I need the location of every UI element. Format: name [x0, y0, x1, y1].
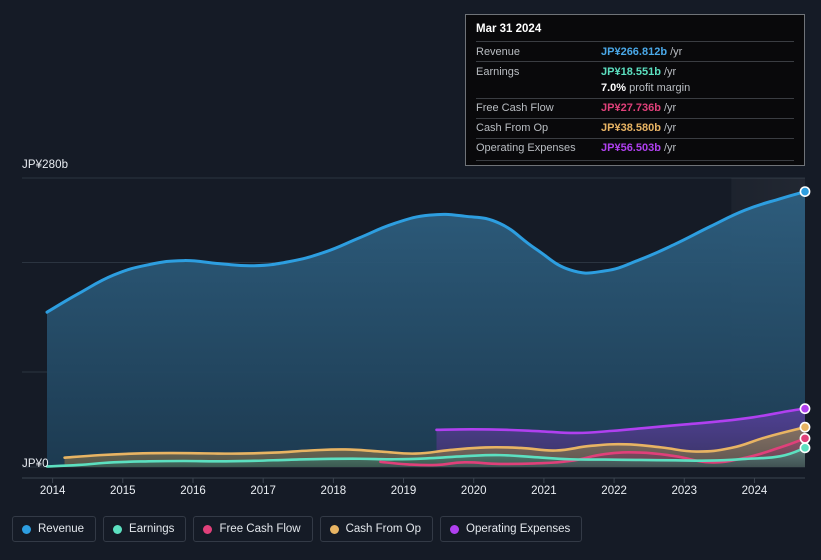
legend-item-operating-expenses[interactable]: Operating Expenses: [440, 516, 583, 542]
tooltip-row-label: Cash From Op: [476, 122, 549, 134]
tooltip-row-unit: /yr: [663, 142, 677, 154]
chart-screenshot: JP¥280b JP¥0 2014 2015 2016 2017 2018 2019 202…: [0, 0, 821, 560]
tooltip-row-label: Earnings: [476, 65, 520, 78]
tooltip-row-profit-margin: 7.0% profit margin: [476, 81, 794, 98]
tooltip-row-label: Free Cash Flow: [476, 102, 554, 114]
legend-label: Operating Expenses: [466, 523, 571, 535]
x-axis-tick-2014: 2014: [39, 485, 66, 497]
x-axis-tick-2015: 2015: [110, 485, 136, 497]
tooltip-rows: Revenue JP¥266.812b/yr Earnings JP¥18.551b /…: [476, 41, 794, 158]
tooltip-row-value: JP¥18.551b: [601, 65, 661, 78]
x-axis-tick-2018: 2018: [320, 485, 347, 497]
x-axis-tick-2021: 2021: [531, 485, 557, 497]
tooltip-row-unit: /yr: [670, 45, 683, 58]
tooltip-row-label: Revenue: [476, 45, 521, 58]
x-axis-tick-2023: 2023: [671, 485, 698, 497]
tooltip-row-value: JP¥266.812b: [601, 45, 668, 58]
tooltip-row-value: 7.0%: [601, 82, 627, 94]
tooltip-row-earnings: Earnings JP¥18.551b/yr: [476, 61, 794, 81]
tooltip-row-unit: /yr: [663, 65, 677, 78]
legend-label: Earnings: [129, 523, 175, 535]
legend-dot-icon: [450, 524, 460, 534]
x-axis-tick-2017: 2017: [250, 485, 276, 497]
tooltip-row-free-cash-flow: Free Cash Flow JP¥27.736b/yr: [476, 97, 794, 118]
tooltip-footer-rule: [476, 159, 794, 161]
legend-item-revenue[interactable]: Revenue: [12, 516, 97, 542]
legend-label: Revenue: [38, 523, 85, 535]
x-axis-tick-2022: 2022: [601, 485, 627, 497]
legend-item-earnings[interactable]: Earnings: [103, 516, 187, 542]
tooltip-row-unit: profit margin: [629, 82, 691, 94]
series-areas: [47, 191, 806, 468]
x-axis-tick-2024: 2024: [741, 485, 768, 497]
legend-label: Free Cash Flow: [219, 523, 301, 535]
tooltip-row-label: Operating Expenses: [476, 142, 576, 154]
legend-item-cash-from-op[interactable]: Cash From Op: [319, 516, 434, 542]
x-axis-tick-2020: 2020: [460, 485, 487, 497]
tooltip-row-unit: /yr: [663, 102, 677, 114]
x-axis-tick-2019: 2019: [390, 485, 417, 497]
tooltip-date: Mar 31 2024: [476, 23, 542, 35]
tooltip-row-operating-expenses: Operating Expenses JP¥56.503b/yr: [476, 137, 794, 158]
legend-dot-icon: [203, 524, 213, 534]
chart-legend[interactable]: Revenue Earnings Free Cash Flow Cash From O…: [12, 516, 583, 542]
tooltip-row-revenue: Revenue JP¥266.812b/yr: [476, 41, 794, 61]
tooltip-row-cash-from-op: Cash From Op JP¥38.580b/yr: [476, 117, 794, 138]
tooltip-row-unit: /yr: [663, 122, 677, 134]
x-axis-tick-2016: 2016: [180, 485, 206, 497]
legend-item-free-cash-flow[interactable]: Free Cash Flow: [193, 516, 313, 542]
tooltip-row-value: JP¥27.736b: [601, 102, 661, 114]
legend-dot-icon: [113, 524, 123, 534]
chart-tooltip: Mar 31 2024 Revenue JP¥266.812b/yr Earning…: [465, 14, 805, 166]
x-axis-ticks: [52, 478, 755, 483]
tooltip-row-value: JP¥38.580b: [601, 122, 661, 134]
legend-dot-icon: [329, 524, 339, 534]
legend-label: Cash From Op: [345, 523, 422, 535]
tooltip-row-value: JP¥56.503b: [601, 142, 661, 154]
legend-dot-icon: [22, 524, 31, 534]
